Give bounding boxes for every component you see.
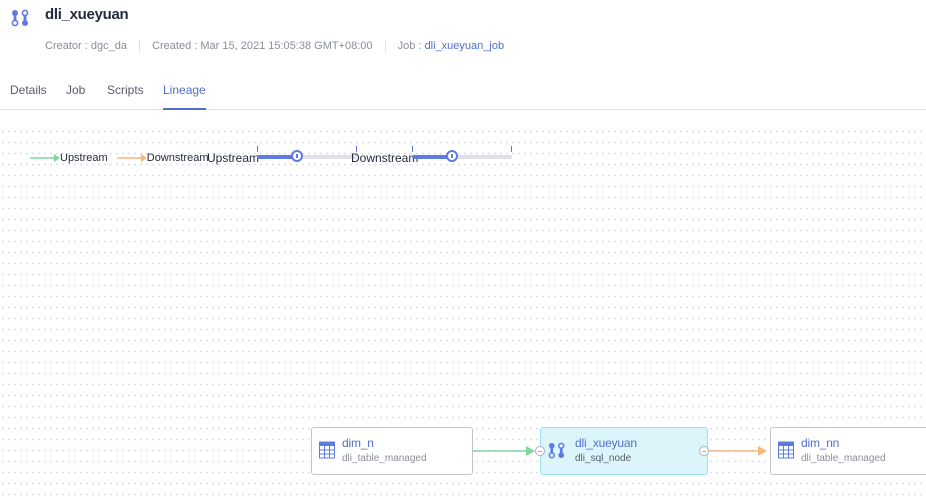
legend-downstream-label: Downstream: [146, 152, 209, 164]
slider-handle[interactable]: [446, 150, 458, 162]
slider-handle[interactable]: [291, 150, 303, 162]
tab-job[interactable]: Job: [66, 83, 85, 108]
meta-divider: [139, 40, 141, 53]
creator-value: dgc_da: [90, 40, 127, 52]
node-type: dli_table_managed: [342, 453, 427, 464]
page-title: dli_xueyuan: [45, 6, 129, 23]
lineage-node-dli-xueyuan[interactable]: dli_xueyuan dli_sql_node: [540, 427, 708, 475]
creator-label: Creator :: [45, 40, 91, 52]
downstream-level-label: Downstream: [351, 151, 419, 165]
node-name: dim_n: [342, 436, 374, 450]
lineage-node-dim-nn[interactable]: dim_nn dli_table_managed: [770, 427, 926, 475]
job-node-icon: [11, 9, 29, 27]
lineage-legend: Upstream Downstream: [30, 152, 215, 166]
table-icon: [778, 441, 794, 459]
lineage-header: dli_xueyuan Creator : dgc_da Created : M…: [0, 0, 926, 70]
expand-downstream-port[interactable]: [699, 446, 709, 456]
node-type: dli_sql_node: [575, 453, 632, 464]
tab-scripts[interactable]: Scripts: [107, 83, 144, 108]
tab-details[interactable]: Details: [10, 83, 47, 108]
slider-min-tick: [257, 146, 258, 152]
downstream-arrow-icon: [116, 154, 147, 162]
job-node-icon: [548, 442, 565, 459]
tab-lineage[interactable]: Lineage: [163, 83, 206, 110]
upstream-level-slider[interactable]: [257, 146, 357, 165]
table-icon: [319, 441, 335, 459]
job-meta: Creator : dgc_da Created : Mar 15, 2021 …: [45, 40, 505, 53]
slider-max-tick: [511, 146, 512, 152]
legend-downstream: Downstream: [116, 152, 209, 164]
created-value: Mar 15, 2021 15:05:38 GMT+08:00: [200, 40, 373, 52]
node-name: dim_nn: [801, 436, 840, 450]
job-link[interactable]: dli_xueyuan_job: [425, 40, 505, 52]
meta-divider: [384, 40, 386, 53]
downstream-level-slider[interactable]: [412, 146, 512, 165]
job-label: Job :: [397, 40, 425, 52]
upstream-level-label: Upstream: [207, 151, 260, 165]
legend-upstream-label: Upstream: [60, 152, 108, 164]
slider-min-tick: [412, 146, 413, 152]
node-name: dli_xueyuan: [575, 436, 637, 450]
lineage-node-dim-n[interactable]: dim_n dli_table_managed: [311, 427, 473, 475]
tab-bar: Details Job Scripts Lineage: [0, 78, 926, 110]
legend-upstream: Upstream: [30, 152, 108, 164]
upstream-arrow-icon: [30, 154, 60, 162]
node-type: dli_table_managed: [801, 453, 886, 464]
created-label: Created :: [152, 40, 201, 52]
expand-upstream-port[interactable]: [535, 446, 545, 456]
